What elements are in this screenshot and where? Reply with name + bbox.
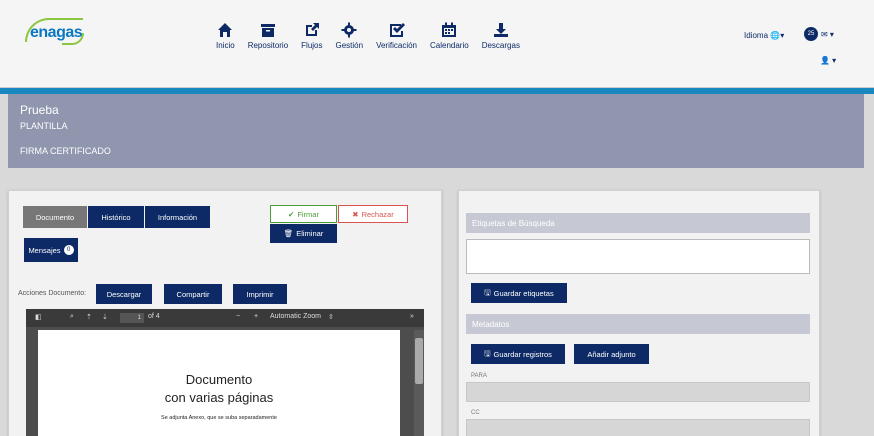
more-tools-icon[interactable]: » [410, 313, 414, 320]
share-button[interactable]: Compartir [164, 284, 222, 304]
page-number-input[interactable]: 1 [120, 313, 144, 323]
nav-inicio[interactable]: Inicio [216, 22, 235, 50]
sign-button[interactable]: ✔ Firmar [270, 205, 337, 223]
user-menu-dropdown[interactable]: 👤 ▾ [820, 56, 836, 65]
metadata-header: Metadatos [466, 314, 810, 334]
para-label: PARA [471, 373, 487, 379]
page-total: of 4 [148, 313, 160, 320]
zoom-select[interactable]: Automatic Zoom [270, 313, 321, 320]
nav-label: Calendario [430, 41, 469, 50]
sidebar-toggle-icon[interactable]: ◧ [35, 313, 42, 321]
check-icon: ✔ [288, 209, 295, 219]
nav-repositorio[interactable]: Repositorio [248, 22, 288, 50]
pdf-title-line-2: con varias páginas [164, 390, 274, 405]
search-tags-header: Etiquetas de Búsqueda [466, 213, 810, 233]
tab-mensajes-label: Mensajes [28, 245, 61, 255]
add-attachment-button[interactable]: Añadir adjunto [574, 344, 649, 364]
cc-label: CC [471, 410, 480, 416]
nav-label: Flujos [301, 41, 323, 50]
pdf-viewer-toolbar: ◧ ⌕ ⇡ ⇣ 1 of 4 − + Automatic Zoom ⇳ » [26, 309, 424, 327]
zoom-in-icon[interactable]: + [254, 313, 258, 320]
nav-label: Descargas [481, 41, 520, 50]
save-tags-label: Guardar etiquetas [493, 288, 554, 298]
trash-icon: 🗑 [283, 229, 294, 238]
download-icon [493, 23, 508, 37]
nav-calendario[interactable]: Calendario [430, 22, 469, 50]
save-records-button[interactable]: 🖫 Guardar registros [471, 344, 565, 364]
nav-label: Verificación [376, 41, 417, 50]
logo-text: enagas [30, 24, 83, 41]
enagas-logo[interactable]: enagas [22, 16, 92, 46]
para-field[interactable] [466, 382, 810, 402]
reject-button[interactable]: ✖ Rechazar [338, 205, 408, 223]
language-selector[interactable]: Idioma 🌐▾ [744, 31, 784, 40]
messages-count-badge: 0 [63, 245, 74, 255]
nav-verificacion[interactable]: Verificación [376, 22, 417, 50]
previous-page-icon[interactable]: ⇡ [86, 313, 92, 321]
pdf-scrollbar-thumb[interactable] [415, 338, 423, 384]
delete-button-label: Eliminar [296, 229, 324, 238]
nav-label: Repositorio [247, 41, 289, 50]
tab-mensajes[interactable]: Mensajes 0 [24, 238, 78, 262]
save-icon: 🖫 [484, 287, 491, 297]
save-tags-button[interactable]: 🖫 Guardar etiquetas [471, 283, 567, 303]
archive-icon [260, 24, 275, 37]
pdf-title-line-1: Documento [185, 372, 253, 387]
nav-gestion[interactable]: Gestión [335, 22, 364, 50]
nav-flujos[interactable]: Flujos [301, 22, 323, 50]
main-nav: Inicio Repositorio Flujos Gestión Verifi… [216, 22, 533, 50]
document-header: Prueba PLANTILLA FIRMA CERTIFICADO [8, 94, 864, 168]
delete-button[interactable]: 🗑 Eliminar [270, 224, 337, 243]
pdf-page: Documento con varias páginas Se adjunta … [38, 330, 400, 436]
cc-field[interactable] [466, 419, 810, 436]
download-button[interactable]: Descargar [96, 284, 152, 304]
flow-label: FIRMA CERTIFICADO [20, 146, 111, 156]
tab-informacion[interactable]: Información [145, 206, 210, 228]
mail-dropdown[interactable]: ✉ ▾ [821, 30, 834, 39]
page-title: Prueba [20, 103, 59, 117]
tab-historico[interactable]: Histórico [88, 206, 144, 228]
pdf-body-text: Se adjunta Anexo, que se suba separadame… [161, 415, 277, 421]
zoom-out-icon[interactable]: − [236, 313, 240, 320]
template-label: PLANTILLA [20, 121, 68, 131]
gear-icon [341, 22, 357, 38]
reject-button-label: Rechazar [361, 209, 394, 219]
home-icon [218, 23, 233, 37]
print-button[interactable]: Imprimir [233, 284, 287, 304]
nav-descargas[interactable]: Descargas [482, 22, 520, 50]
sign-button-label: Firmar [297, 209, 319, 219]
check-square-icon [389, 23, 405, 37]
tab-documento[interactable]: Documento [23, 206, 87, 228]
times-icon: ✖ [352, 209, 359, 219]
nav-label: Gestión [335, 41, 364, 50]
user-avatar-badge[interactable]: 25 [804, 27, 818, 41]
save-records-label: Guardar registros [493, 349, 552, 359]
search-icon[interactable]: ⌕ [70, 313, 74, 321]
nav-label: Inicio [216, 41, 235, 50]
calendar-icon [442, 22, 457, 37]
document-actions-label: Acciones Documento: [18, 290, 87, 297]
save-icon: 🖫 [484, 348, 491, 358]
zoom-chevron-icon: ⇳ [328, 314, 334, 321]
next-page-icon[interactable]: ⇣ [102, 313, 108, 321]
external-link-icon [305, 23, 319, 36]
search-tags-textarea[interactable] [466, 239, 810, 274]
